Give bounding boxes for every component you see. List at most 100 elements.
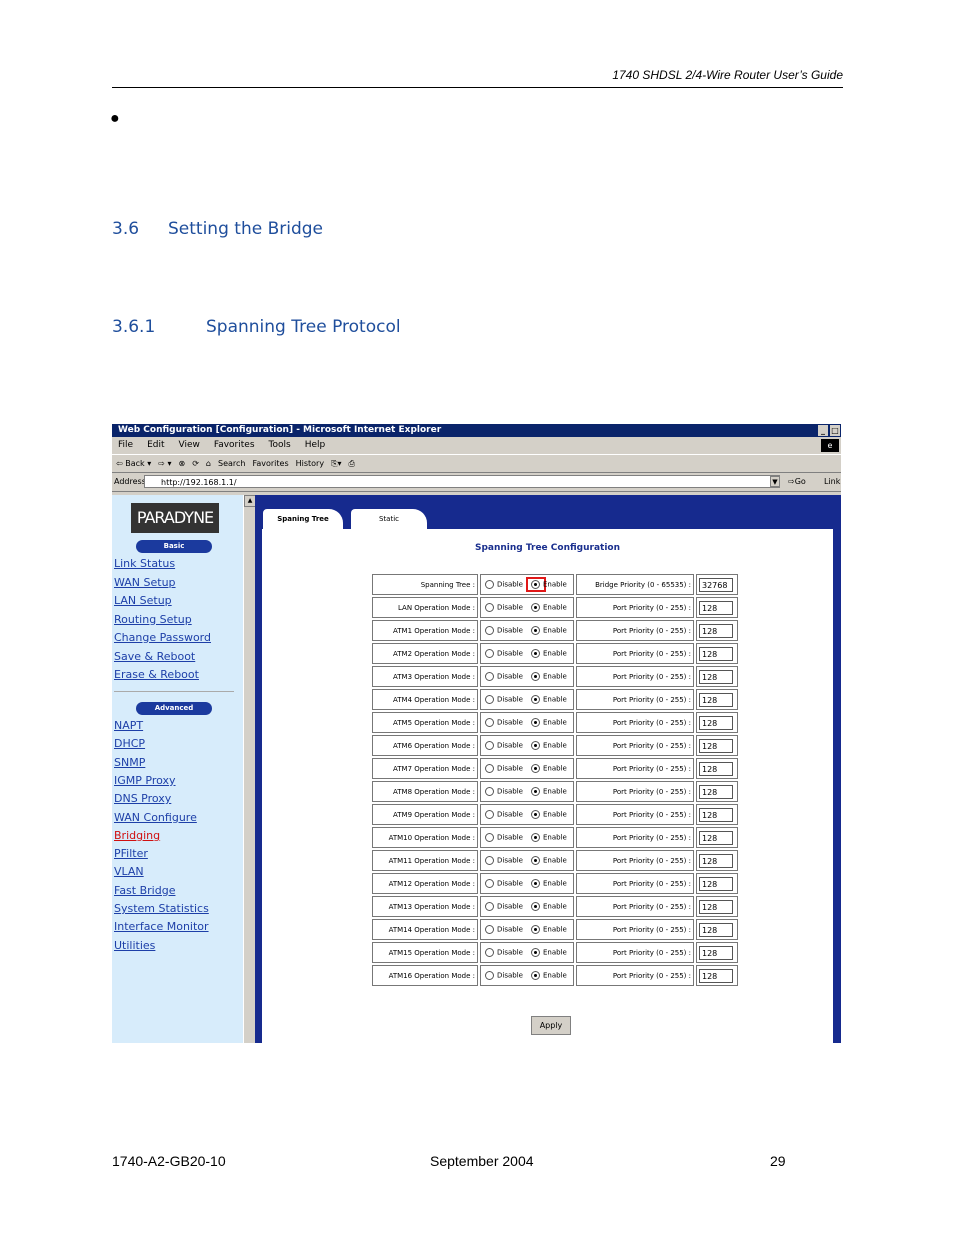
toolbar-button[interactable]: Search [218,459,245,468]
advanced-button[interactable]: Advanced [136,702,212,715]
disable-radio[interactable] [485,672,494,681]
disable-radio[interactable] [485,649,494,658]
nav-link-advanced[interactable]: Fast Bridge [114,884,175,897]
enable-radio[interactable] [530,879,540,888]
disable-radio[interactable] [485,971,494,980]
enable-radio[interactable] [530,649,540,658]
nav-link-advanced[interactable]: DHCP [114,737,145,750]
nav-link-advanced[interactable]: PFilter [114,847,148,860]
toolbar-button[interactable]: ⊗ [179,459,186,468]
nav-link-advanced[interactable]: Interface Monitor [114,920,209,933]
menu-item-view[interactable]: View [179,440,200,450]
toolbar-button[interactable]: ⇨ ▾ [158,459,171,468]
nav-link-basic[interactable]: Link Status [114,557,175,570]
disable-radio[interactable] [485,603,494,612]
links-button[interactable]: Link [824,473,840,491]
enable-radio[interactable] [530,741,540,750]
priority-input[interactable]: 128 [699,761,733,776]
toolbar-button[interactable]: ⇦ Back ▾ [116,459,151,468]
enable-radio[interactable] [530,902,540,911]
priority-input[interactable]: 128 [699,692,733,707]
disable-radio[interactable] [485,856,494,865]
basic-button[interactable]: Basic [136,540,212,553]
priority-input[interactable]: 128 [699,646,733,661]
disable-radio[interactable] [485,810,494,819]
disable-radio[interactable] [485,902,494,911]
tab-spanning-tree[interactable]: Spaning Tree [263,509,343,529]
priority-input[interactable]: 128 [699,669,733,684]
nav-link-advanced[interactable]: DNS Proxy [114,792,171,805]
nav-link-advanced[interactable]: Utilities [114,939,155,952]
nav-link-basic[interactable]: Change Password [114,631,211,644]
priority-input[interactable]: 128 [699,600,733,615]
enable-radio[interactable] [530,948,540,957]
nav-link-advanced[interactable]: VLAN [114,865,144,878]
address-input[interactable]: http://192.168.1.1/ [144,475,780,488]
priority-input[interactable]: 128 [699,922,733,937]
nav-link-basic[interactable]: Save & Reboot [114,650,195,663]
enable-radio[interactable] [530,833,540,842]
priority-input[interactable]: 128 [699,784,733,799]
priority-input[interactable]: 128 [699,968,733,983]
nav-link-advanced[interactable]: SNMP [114,756,145,769]
nav-link-basic[interactable]: Routing Setup [114,613,192,626]
toolbar-button[interactable]: ⟳ [192,459,199,468]
disable-radio[interactable] [485,833,494,842]
nav-link-basic[interactable]: WAN Setup [114,576,176,589]
nav-link-basic[interactable]: Erase & Reboot [114,668,199,681]
priority-input[interactable]: 128 [699,807,733,822]
nav-link-advanced[interactable]: System Statistics [114,902,209,915]
disable-radio[interactable] [485,626,494,635]
menu-item-edit[interactable]: Edit [147,440,164,450]
menu-item-file[interactable]: File [118,440,133,450]
enable-radio[interactable] [530,856,540,865]
disable-radio[interactable] [485,764,494,773]
disable-radio[interactable] [485,580,494,589]
nav-link-basic[interactable]: LAN Setup [114,594,172,607]
priority-input[interactable]: 128 [699,876,733,891]
nav-link-advanced[interactable]: WAN Configure [114,811,197,824]
priority-input[interactable]: 128 [699,945,733,960]
menu-item-tools[interactable]: Tools [269,440,291,450]
apply-button[interactable]: Apply [531,1016,571,1035]
nav-link-advanced[interactable]: NAPT [114,719,143,732]
nav-link-advanced[interactable]: Bridging [114,829,160,842]
priority-input[interactable]: 128 [699,715,733,730]
toolbar-button[interactable]: ⎘▾ [331,459,341,468]
enable-radio[interactable] [530,695,540,704]
priority-input[interactable]: 128 [699,853,733,868]
disable-radio[interactable] [485,925,494,934]
minimize-button[interactable]: _ [818,425,828,436]
toolbar-button[interactable]: History [296,459,324,468]
enable-radio[interactable] [530,764,540,773]
tab-static[interactable]: Static [351,509,427,529]
go-button[interactable]: ⇨Go [788,473,806,491]
disable-radio[interactable] [485,695,494,704]
toolbar-button[interactable]: Favorites [252,459,288,468]
menu-item-help[interactable]: Help [305,440,326,450]
disable-radio[interactable] [485,879,494,888]
toolbar-button[interactable]: ⎙ [349,459,355,468]
enable-radio[interactable] [530,718,540,727]
disable-radio[interactable] [485,718,494,727]
priority-input[interactable]: 128 [699,623,733,638]
enable-radio[interactable] [530,603,540,612]
enable-radio[interactable] [530,626,540,635]
priority-input[interactable]: 32768 [699,577,733,592]
maximize-button[interactable]: □ [830,425,840,436]
nav-link-advanced[interactable]: IGMP Proxy [114,774,176,787]
disable-radio[interactable] [485,787,494,796]
enable-radio[interactable] [530,925,540,934]
address-dropdown-icon[interactable]: ▼ [770,476,780,487]
disable-radio[interactable] [485,741,494,750]
menu-item-favorites[interactable]: Favorites [214,440,255,450]
priority-input[interactable]: 128 [699,738,733,753]
enable-radio[interactable] [530,580,540,589]
priority-input[interactable]: 128 [699,830,733,845]
priority-input[interactable]: 128 [699,899,733,914]
enable-radio[interactable] [530,971,540,980]
enable-radio[interactable] [530,672,540,681]
enable-radio[interactable] [530,810,540,819]
enable-radio[interactable] [530,787,540,796]
toolbar-button[interactable]: ⌂ [206,459,211,468]
